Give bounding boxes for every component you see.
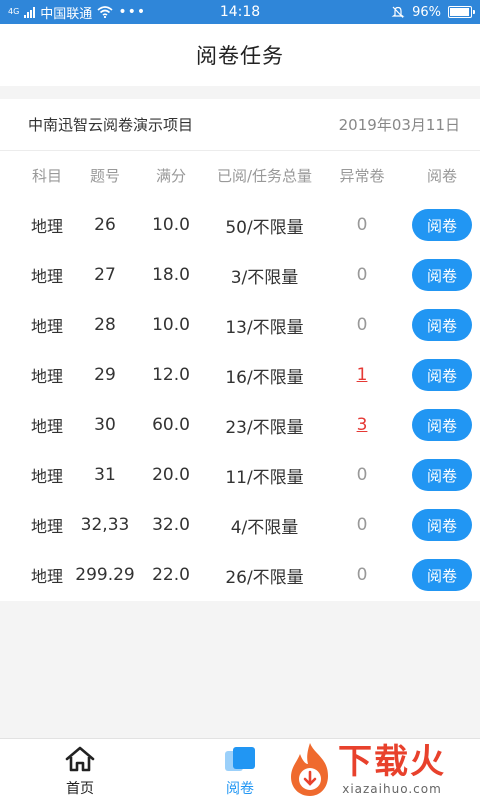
table-row: 地理 32,33 32.0 4/不限量 0 阅卷 xyxy=(0,500,480,550)
cell-progress: 13/不限量 xyxy=(225,317,304,338)
cell-score: 10.0 xyxy=(152,315,190,335)
cell-question: 27 xyxy=(94,265,116,285)
col-progress: 已阅/任务总量 xyxy=(216,167,313,185)
col-full-score: 满分 xyxy=(155,167,186,185)
cell-subject: 地理 xyxy=(30,317,63,336)
review-button[interactable]: 阅卷 xyxy=(412,359,472,391)
cell-question: 26 xyxy=(94,215,116,235)
tab-home-label: 首页 xyxy=(66,781,94,797)
cell-subject: 地理 xyxy=(30,217,63,236)
status-left: 4G 中国联通 ••• xyxy=(8,3,188,22)
cell-score: 12.0 xyxy=(152,365,190,385)
watermark-logo: 下载火 xiazaihuo.com xyxy=(284,738,480,800)
cell-question: 30 xyxy=(94,415,116,435)
status-time: 14:18 xyxy=(219,4,261,20)
cell-subject: 地理 xyxy=(30,267,63,286)
cell-question: 32,33 xyxy=(80,515,130,535)
signal-icon xyxy=(24,6,36,18)
cell-abnormal: 0 xyxy=(356,515,368,535)
wifi-icon xyxy=(97,6,113,18)
watermark-url: xiazaihuo.com xyxy=(342,782,442,796)
table-row: 地理 28 10.0 13/不限量 0 阅卷 xyxy=(0,300,480,350)
task-table-body: 地理 26 10.0 50/不限量 0 阅卷 地理 27 18.0 3/不限量 … xyxy=(0,200,480,600)
cell-score: 10.0 xyxy=(152,215,190,235)
house-icon xyxy=(65,746,95,772)
cell-progress: 16/不限量 xyxy=(225,367,304,388)
table-row: 地理 30 60.0 23/不限量 3 阅卷 xyxy=(0,400,480,450)
cell-abnormal: 0 xyxy=(356,215,368,235)
table-row: 地理 29 12.0 16/不限量 1 阅卷 xyxy=(0,350,480,400)
table-row: 地理 299.29 22.0 26/不限量 0 阅卷 xyxy=(0,550,480,600)
col-review: 阅卷 xyxy=(426,167,457,185)
cell-progress: 3/不限量 xyxy=(230,267,299,288)
table-row: 地理 26 10.0 50/不限量 0 阅卷 xyxy=(0,200,480,250)
status-bar: 4G 中国联通 ••• 14:18 96% xyxy=(0,0,480,24)
project-name: 中南迅智云阅卷演示项目 xyxy=(28,116,194,134)
cell-subject: 地理 xyxy=(30,517,63,536)
cell-abnormal: 0 xyxy=(356,315,368,335)
table-row: 地理 27 18.0 3/不限量 0 阅卷 xyxy=(0,250,480,300)
review-button[interactable]: 阅卷 xyxy=(412,309,472,341)
mute-bell-icon xyxy=(391,6,405,18)
project-date: 2019年03月11日 xyxy=(338,116,460,134)
cell-subject: 地理 xyxy=(30,417,63,436)
battery-icon xyxy=(448,6,475,18)
project-row: 中南迅智云阅卷演示项目 2019年03月11日 xyxy=(0,99,480,151)
review-button[interactable]: 阅卷 xyxy=(412,559,472,591)
cell-abnormal: 0 xyxy=(356,465,368,485)
watermark-title: 下载火 xyxy=(338,742,446,782)
cell-score: 22.0 xyxy=(152,565,190,585)
cell-score: 32.0 xyxy=(152,515,190,535)
col-abnormal: 异常卷 xyxy=(339,167,385,185)
more-dots-icon: ••• xyxy=(118,4,147,20)
carrier-name: 中国联通 xyxy=(40,6,93,22)
cell-question: 29 xyxy=(94,365,116,385)
network-type-badge: 4G xyxy=(8,7,20,16)
table-header: 科目 题号 满分 已阅/任务总量 异常卷 阅卷 xyxy=(0,151,480,200)
tab-review-label: 阅卷 xyxy=(226,781,254,797)
page-title: 阅卷任务 xyxy=(196,44,284,68)
review-button[interactable]: 阅卷 xyxy=(412,509,472,541)
cell-abnormal: 0 xyxy=(356,565,368,585)
abnormal-link[interactable]: 3 xyxy=(326,415,398,435)
tab-home[interactable]: 首页 xyxy=(40,739,120,800)
status-right: 96% xyxy=(292,4,475,20)
battery-percent: 96% xyxy=(412,4,441,20)
cell-progress: 26/不限量 xyxy=(225,567,304,588)
col-question: 题号 xyxy=(89,167,120,185)
cell-score: 60.0 xyxy=(152,415,190,435)
cell-score: 20.0 xyxy=(152,465,190,485)
review-button[interactable]: 阅卷 xyxy=(412,459,472,491)
cell-score: 18.0 xyxy=(152,265,190,285)
flame-logo-icon xyxy=(291,743,328,796)
cell-question: 28 xyxy=(94,315,116,335)
cell-progress: 4/不限量 xyxy=(230,517,299,538)
abnormal-link[interactable]: 1 xyxy=(326,365,398,385)
review-button[interactable]: 阅卷 xyxy=(412,209,472,241)
cell-question: 31 xyxy=(94,465,116,485)
cell-subject: 地理 xyxy=(30,367,63,386)
col-subject: 科目 xyxy=(31,167,62,185)
cell-subject: 地理 xyxy=(30,467,63,486)
stacked-cards-icon xyxy=(225,747,255,771)
tab-review[interactable]: 阅卷 xyxy=(200,739,280,800)
review-button[interactable]: 阅卷 xyxy=(412,259,472,291)
cell-progress: 11/不限量 xyxy=(225,467,304,488)
cell-question: 299.29 xyxy=(75,565,135,585)
cell-subject: 地理 xyxy=(30,567,63,586)
cell-progress: 23/不限量 xyxy=(225,417,304,438)
watermark-text: 下载火 xiazaihuo.com xyxy=(338,742,446,796)
cell-progress: 50/不限量 xyxy=(225,217,304,238)
page-header: 阅卷任务 xyxy=(0,24,480,86)
table-row: 地理 31 20.0 11/不限量 0 阅卷 xyxy=(0,450,480,500)
review-button[interactable]: 阅卷 xyxy=(412,409,472,441)
cell-abnormal: 0 xyxy=(356,265,368,285)
task-card: 中南迅智云阅卷演示项目 2019年03月11日 科目 题号 满分 已阅/任务总量… xyxy=(0,99,480,601)
